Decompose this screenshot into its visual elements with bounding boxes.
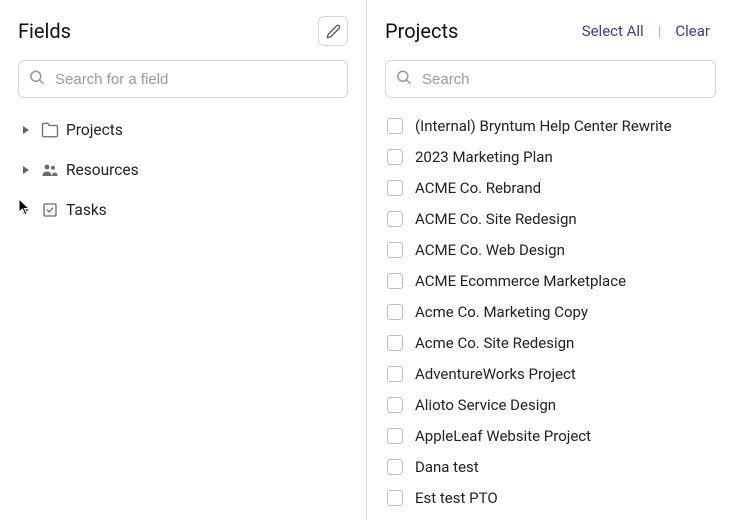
projects-panel: Projects Select All | Clear (Internal) B… [367,0,734,520]
list-item[interactable]: Alioto Service Design [377,389,724,420]
tree-item-label: Projects [66,121,123,139]
chevron-right-icon [18,162,34,178]
fields-tree: Projects Resources Tasks [10,106,356,520]
projects-title: Projects [385,19,458,43]
folder-icon [40,120,60,140]
edit-button[interactable] [318,16,348,46]
list-item-label: ACME Co. Web Design [415,241,565,259]
checkbox[interactable] [387,242,403,258]
list-item-label: Alioto Service Design [415,396,556,414]
projects-search-wrap [385,60,716,98]
list-item[interactable]: AdventureWorks Project [377,358,724,389]
fields-panel: Fields Projects Resources [0,0,367,520]
projects-search-input[interactable] [385,60,716,98]
checkbox[interactable] [387,118,403,134]
checkbox[interactable] [387,428,403,444]
chevron-right-icon [18,202,34,218]
list-item[interactable]: AppleLeaf Website Project [377,420,724,451]
list-item[interactable]: 2023 Marketing Plan [377,141,724,172]
list-item-label: ACME Co. Rebrand [415,179,541,197]
checkbox[interactable] [387,366,403,382]
checkbox[interactable] [387,304,403,320]
checkbox[interactable] [387,273,403,289]
pencil-icon [326,24,341,39]
list-item[interactable]: ACME Co. Rebrand [377,172,724,203]
list-item[interactable]: Acme Co. Marketing Copy [377,296,724,327]
tree-item-resources[interactable]: Resources [10,150,356,190]
projects-header: Projects Select All | Clear [377,14,724,48]
list-item-label: 2023 Marketing Plan [415,148,553,166]
checkbox[interactable] [387,459,403,475]
checkbox[interactable] [387,335,403,351]
list-item-label: AppleLeaf Website Project [415,427,591,445]
list-item[interactable]: (Internal) Bryntum Help Center Rewrite [377,110,724,141]
list-item-label: Acme Co. Site Redesign [415,334,574,352]
checkbox[interactable] [387,149,403,165]
fields-title: Fields [18,19,71,43]
list-item-label: Dana test [415,458,479,476]
checkbox[interactable] [387,490,403,506]
list-item[interactable]: ACME Co. Web Design [377,234,724,265]
check-square-icon [40,200,60,220]
list-item-label: ACME Co. Site Redesign [415,210,577,228]
list-item[interactable]: ACME Co. Site Redesign [377,203,724,234]
projects-actions: Select All | Clear [576,20,716,42]
list-item[interactable]: Dana test [377,451,724,482]
fields-search-input[interactable] [18,60,348,98]
people-icon [40,160,60,180]
checkbox[interactable] [387,211,403,227]
select-all-button[interactable]: Select All [576,20,650,42]
fields-header: Fields [10,14,356,48]
checkbox[interactable] [387,397,403,413]
list-item[interactable]: Acme Co. Site Redesign [377,327,724,358]
fields-search-wrap [18,60,348,98]
tree-item-label: Tasks [66,201,107,219]
projects-list[interactable]: (Internal) Bryntum Help Center Rewrite 20… [377,106,724,520]
list-item-label: (Internal) Bryntum Help Center Rewrite [415,117,672,135]
list-item-label: ACME Ecommerce Marketplace [415,272,626,290]
list-item-label: AdventureWorks Project [415,365,576,383]
clear-button[interactable]: Clear [669,20,716,42]
tree-item-projects[interactable]: Projects [10,110,356,150]
tree-item-tasks[interactable]: Tasks [10,190,356,230]
chevron-right-icon [18,122,34,138]
list-item-label: Est test PTO [415,489,498,507]
list-item[interactable]: ACME Ecommerce Marketplace [377,265,724,296]
tree-item-label: Resources [66,161,139,179]
divider: | [654,22,666,40]
checkbox[interactable] [387,180,403,196]
list-item-label: Acme Co. Marketing Copy [415,303,588,321]
list-item[interactable]: Est test PTO [377,482,724,513]
